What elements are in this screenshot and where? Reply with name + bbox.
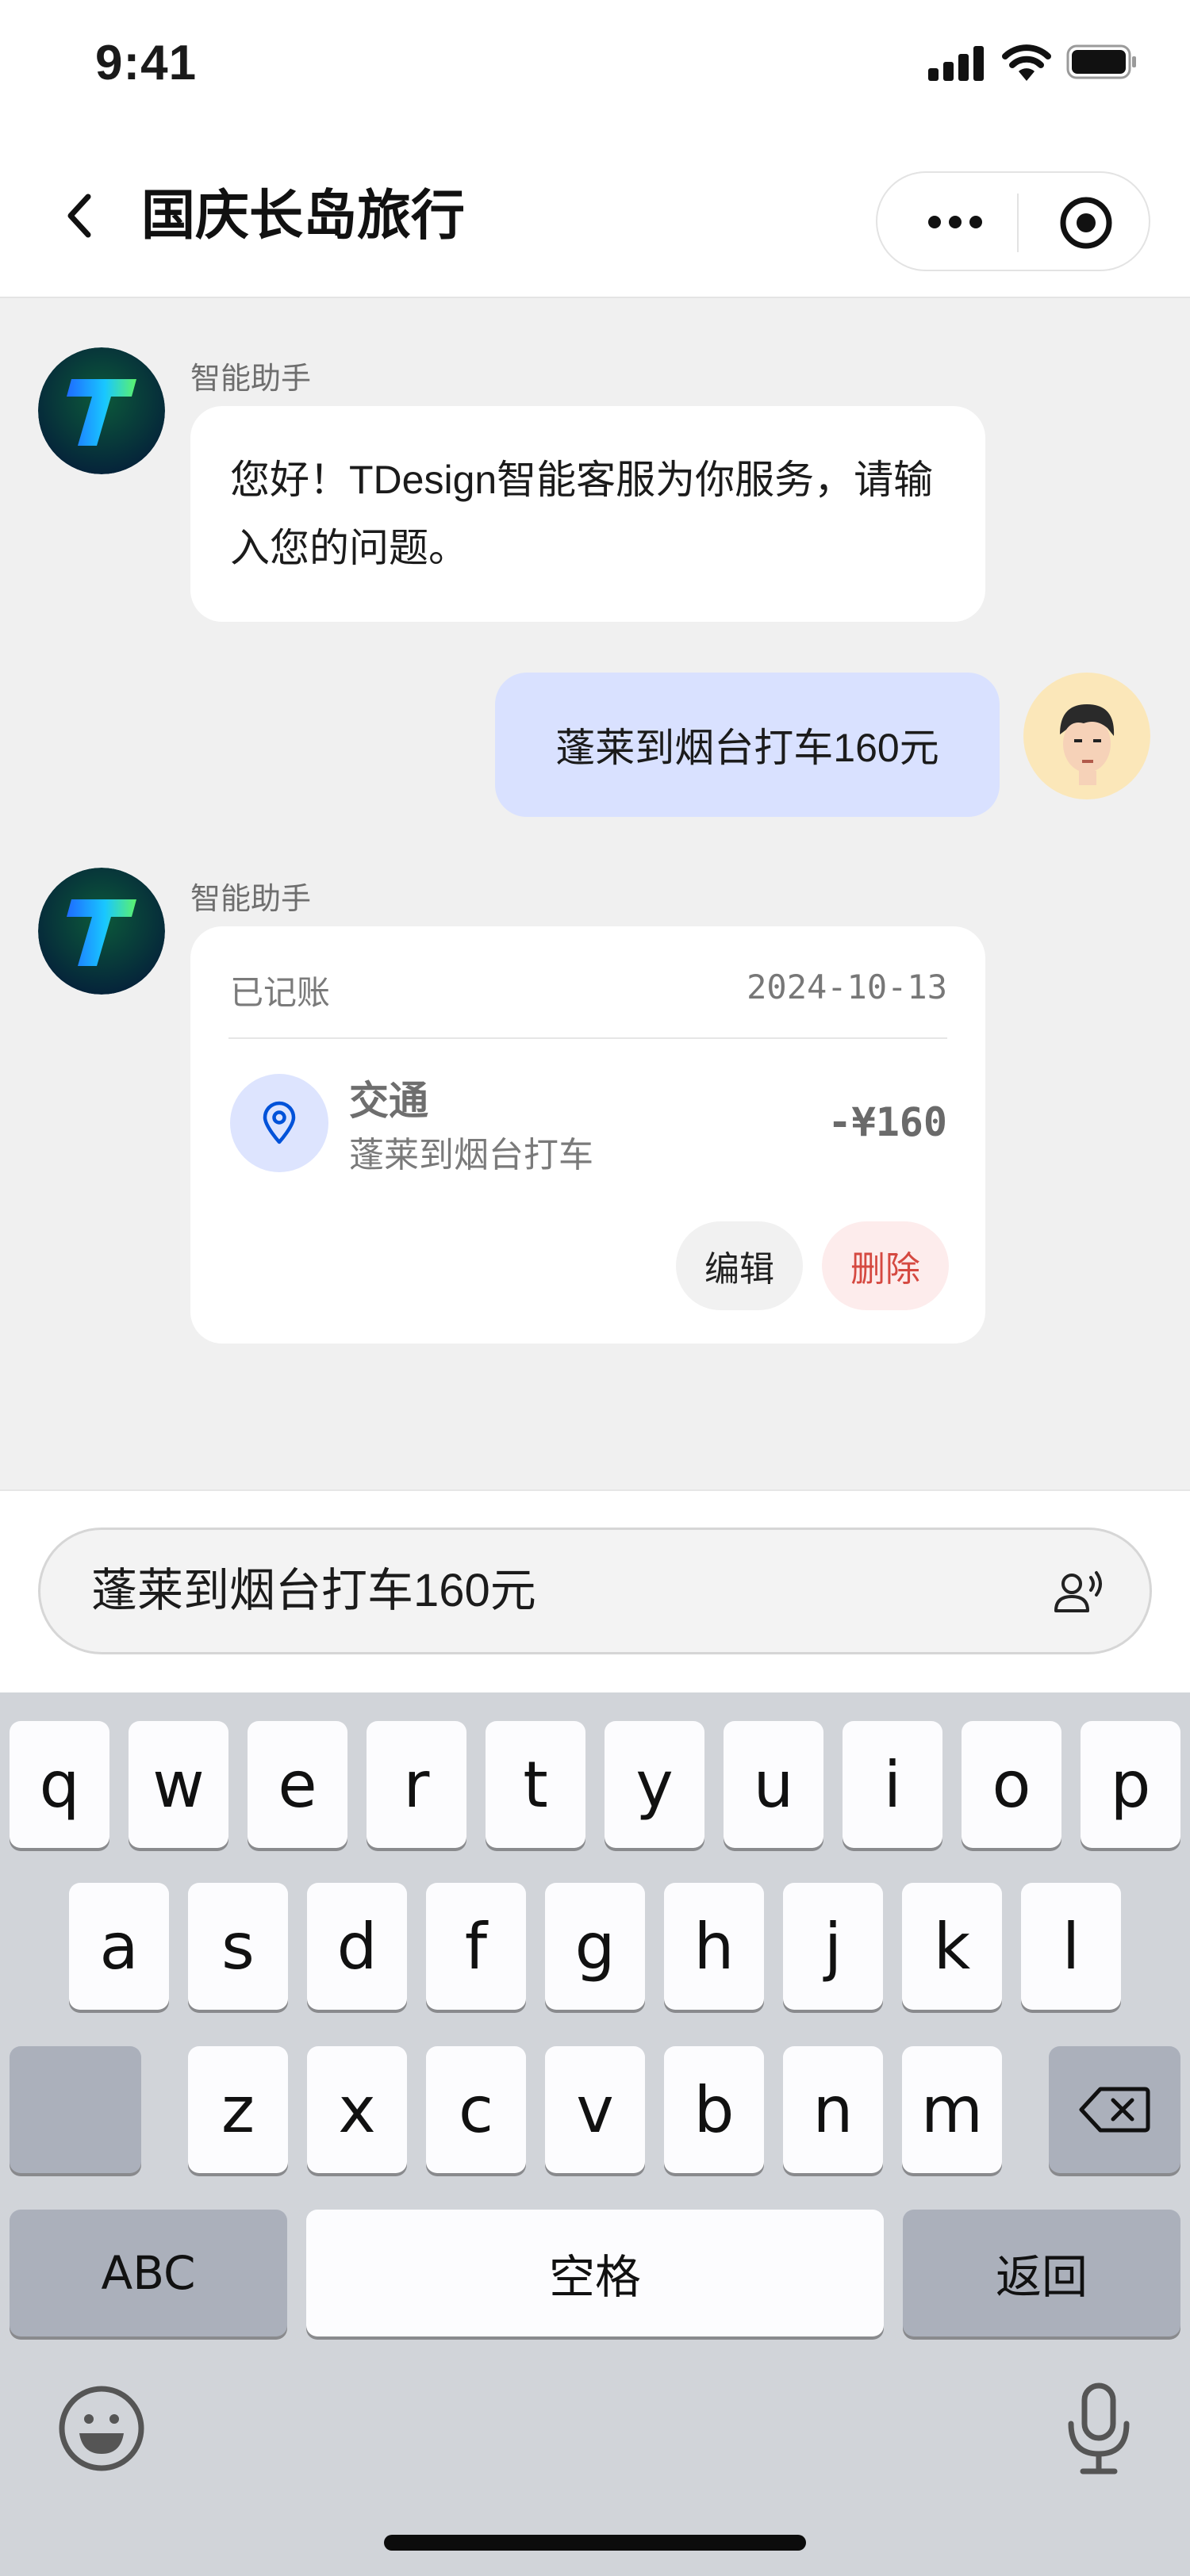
key-m[interactable]: m <box>902 2046 1002 2173</box>
backspace-icon <box>1079 2087 1150 2133</box>
record-icon[interactable] <box>1057 194 1115 252</box>
shift-key[interactable] <box>10 2046 141 2173</box>
key-a[interactable]: a <box>69 1883 169 2010</box>
key-t[interactable]: t <box>486 1721 585 1848</box>
key-c[interactable]: c <box>426 2046 526 2173</box>
home-indicator <box>384 2535 806 2551</box>
key-r[interactable]: r <box>367 1721 466 1848</box>
location-pin-icon <box>230 1074 328 1172</box>
record-category: 交通 <box>349 1079 428 1123</box>
voice-input-icon[interactable] <box>1050 1565 1105 1620</box>
key-u[interactable]: u <box>724 1721 823 1848</box>
space-key[interactable]: 空格 <box>306 2210 884 2336</box>
key-y[interactable]: y <box>605 1721 704 1848</box>
key-f[interactable]: f <box>426 1883 526 2010</box>
mini-program-capsule <box>876 171 1150 271</box>
status-time: 9:41 <box>95 36 198 90</box>
message-input-text[interactable]: 蓬莱到烟台打车160元 <box>91 1530 536 1652</box>
back-icon <box>67 194 91 238</box>
key-n[interactable]: n <box>783 2046 883 2173</box>
key-e[interactable]: e <box>248 1721 347 1848</box>
capsule-divider <box>1017 194 1019 252</box>
key-g[interactable]: g <box>545 1883 645 2010</box>
microphone-icon[interactable] <box>1063 2382 1134 2476</box>
abc-key[interactable]: ABC <box>10 2210 287 2336</box>
key-k[interactable]: k <box>902 1883 1002 2010</box>
key-p[interactable]: p <box>1081 1721 1180 1848</box>
sender-name: 智能助手 <box>190 362 312 396</box>
nav-bar: 国庆长岛旅行 <box>0 135 1190 298</box>
back-button[interactable] <box>48 184 111 247</box>
edit-button[interactable]: 编辑 <box>676 1221 803 1310</box>
record-date: 2024-10-13 <box>747 968 947 1006</box>
more-icon[interactable] <box>916 190 995 254</box>
key-w[interactable]: w <box>129 1721 228 1848</box>
bot-avatar <box>38 868 165 995</box>
key-j[interactable]: j <box>783 1883 883 2010</box>
key-v[interactable]: v <box>545 2046 645 2173</box>
record-status: 已记账 <box>230 974 331 1011</box>
record-description: 蓬莱到烟台打车 <box>349 1136 593 1175</box>
input-area: 蓬莱到烟台打车160元 <box>0 1489 1190 1692</box>
page-title: 国庆长岛旅行 <box>141 186 466 246</box>
keyboard: q w e r t y u i o p a s d f g h j k l z … <box>0 1692 1190 2576</box>
key-z[interactable]: z <box>188 2046 288 2173</box>
chat-area[interactable]: 智能助手 您好！TDesign智能客服为你服务，请输入您的问题。 蓬莱到烟台打车… <box>0 298 1190 1489</box>
key-o[interactable]: o <box>962 1721 1061 1848</box>
user-message: 蓬莱到烟台打车160元 <box>495 673 1000 817</box>
sender-name: 智能助手 <box>190 883 312 916</box>
key-b[interactable]: b <box>664 2046 764 2173</box>
key-h[interactable]: h <box>664 1883 764 2010</box>
key-i[interactable]: i <box>843 1721 942 1848</box>
wifi-icon <box>1002 44 1051 81</box>
battery-icon <box>1066 44 1136 79</box>
key-q[interactable]: q <box>10 1721 109 1848</box>
key-d[interactable]: d <box>307 1883 407 2010</box>
key-l[interactable]: l <box>1021 1883 1121 2010</box>
emoji-icon[interactable] <box>57 2384 146 2473</box>
backspace-key[interactable] <box>1049 2046 1180 2173</box>
status-bar: 9:41 <box>0 0 1190 135</box>
key-x[interactable]: x <box>307 2046 407 2173</box>
record-amount: -¥160 <box>827 1099 947 1145</box>
signal-icon <box>928 46 985 81</box>
divider <box>228 1037 947 1039</box>
user-avatar <box>1023 673 1150 799</box>
message-input[interactable]: 蓬莱到烟台打车160元 <box>38 1528 1152 1654</box>
bot-avatar <box>38 347 165 474</box>
delete-button[interactable]: 删除 <box>822 1221 949 1310</box>
key-s[interactable]: s <box>188 1883 288 2010</box>
bot-message: 您好！TDesign智能客服为你服务，请输入您的问题。 <box>190 406 985 622</box>
record-card: 已记账 2024-10-13 交通 蓬莱到烟台打车 -¥160 编辑 删除 <box>190 926 985 1344</box>
return-key[interactable]: 返回 <box>903 2210 1180 2336</box>
